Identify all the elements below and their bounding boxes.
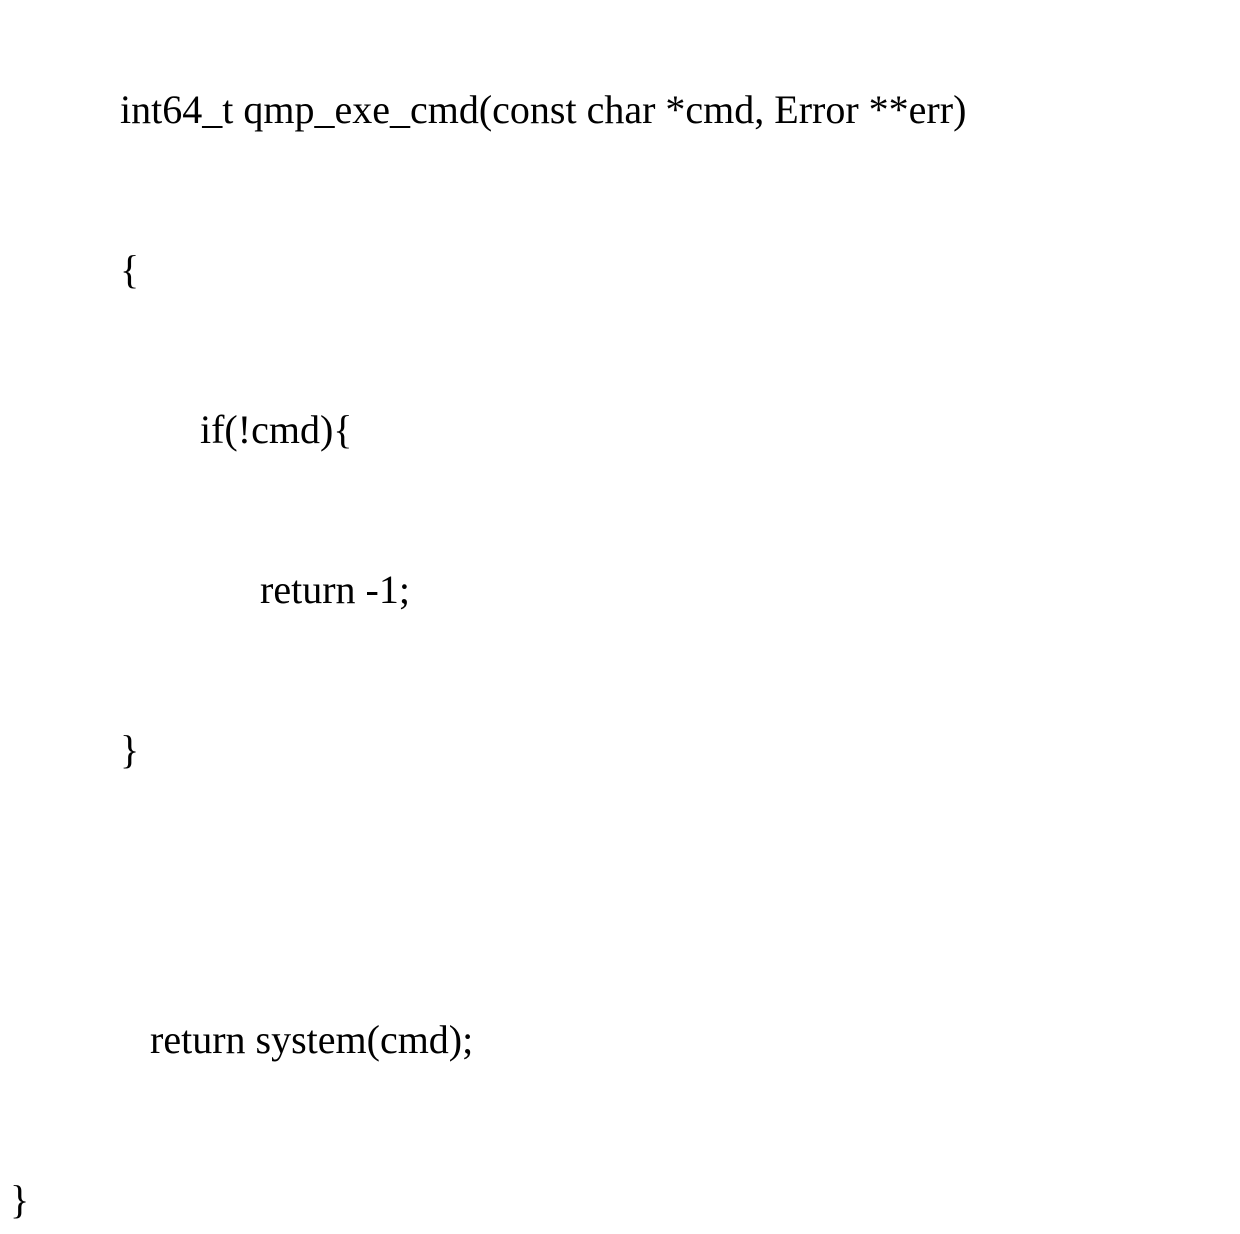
return-negative: return -1; (0, 570, 1240, 610)
return-system: return system(cmd); (0, 1020, 1240, 1060)
code-snippet: int64_t qmp_exe_cmd(const char *cmd, Err… (0, 10, 1240, 1234)
if-close-brace: } (0, 730, 1240, 770)
function-close-brace: } (0, 1180, 1240, 1220)
if-statement: if(!cmd){ (0, 410, 1240, 450)
blank-line (0, 890, 1240, 940)
open-brace: { (0, 250, 1240, 290)
function-signature: int64_t qmp_exe_cmd(const char *cmd, Err… (0, 90, 1240, 130)
